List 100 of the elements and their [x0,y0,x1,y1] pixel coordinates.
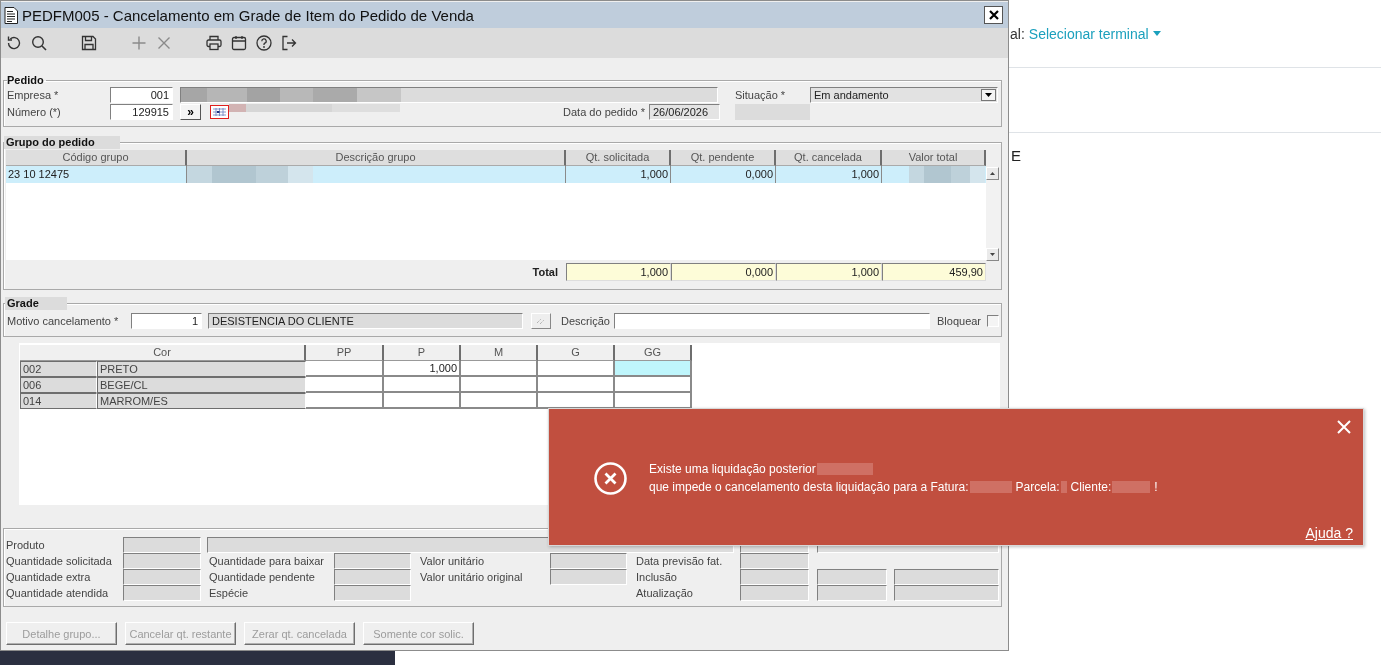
color-code-cell: 006 [20,377,97,393]
close-icon [988,10,999,20]
grid-cell[interactable] [538,377,615,393]
total-label: Total [531,266,559,278]
company-name-field[interactable] [180,87,718,103]
printer-icon [205,35,222,51]
grid-cell[interactable]: 1,000 [384,361,461,377]
message-text: Existe uma liquidação posterior [649,462,816,476]
color-name-cell: PRETO [97,361,306,377]
grid-cell[interactable] [306,377,384,393]
caret-down-icon [1152,31,1161,36]
undo-arrow-icon [5,35,22,51]
column-header[interactable]: Código grupo [6,150,187,166]
total-cell: 0,000 [671,263,776,281]
grid-cell[interactable] [384,393,461,409]
motivo-description-field: DESISTENCIA DO CLIENTE [208,313,523,329]
blur-patch [969,481,1012,493]
field-label: Quantidade atendida [6,587,110,599]
caret-up-icon [990,172,995,175]
column-header[interactable]: G [538,345,615,361]
help-link[interactable]: Ajuda ? [1305,525,1353,541]
column-header[interactable]: Cor [20,345,306,361]
descricao-field[interactable] [614,313,930,329]
section-heading: E [1011,147,1021,164]
grid-cell[interactable] [461,393,538,409]
message-text: Parcela: [1015,480,1060,494]
field-label: Data previsão fat. [636,555,724,567]
exit-icon [280,35,297,51]
numero-field[interactable]: 129915 [110,104,173,120]
table-row[interactable]: 23 10 12475 1,000 0,000 1,000 [6,166,986,183]
column-header[interactable]: Qt. pendente [671,150,776,166]
detail-field [817,569,887,585]
scrollbar[interactable] [986,167,1000,261]
bloquear-checkbox[interactable] [987,315,999,327]
grid-cell[interactable] [306,361,384,377]
total-cell: 459,90 [882,263,986,281]
empresa-field[interactable]: 001 [110,87,173,103]
floppy-disk-icon [80,35,97,51]
grid-cell[interactable] [538,361,615,377]
calendar-button[interactable] [210,105,229,119]
column-header[interactable]: M [461,345,538,361]
scroll-down-button[interactable] [986,248,999,261]
plus-icon [130,35,147,51]
field-label: Produto [6,539,46,551]
group-title: Pedido [7,74,45,87]
color-name-cell: BEGE/CL [97,377,306,393]
field-label: Motivo cancelamento * [7,315,120,327]
situacao-dropdown[interactable]: Em andamento [810,87,998,103]
field-label: Quantidade pendente [209,571,316,583]
field-label: Situação * [735,89,787,101]
scroll-up-button[interactable] [986,167,999,180]
column-header[interactable]: Qt. solicitada [566,150,671,166]
grid-cell[interactable] [306,393,384,409]
table-cell: 1,000 [566,166,671,183]
grid-cell[interactable] [384,377,461,393]
message-text: ! [1154,480,1158,494]
group-title: Grade [5,297,67,310]
field-label: Descrição [561,315,611,327]
lookup-button[interactable] [531,313,551,329]
motivo-code-field[interactable]: 1 [131,313,202,329]
cross-icon [155,35,172,51]
column-header[interactable]: Valor total [882,150,986,166]
field-label: Quantidade extra [6,571,92,583]
column-header[interactable]: Descrição grupo [187,150,566,166]
blur-patch [816,463,873,475]
next-button[interactable]: » [180,104,201,120]
blur-patch [1112,481,1151,493]
field-label: Quantidade solicitada [6,555,113,567]
search-icon [30,35,47,51]
data-pedido-field[interactable]: 26/06/2026 [649,104,720,120]
color-code-cell: 014 [20,393,97,409]
grid-cell[interactable] [461,377,538,393]
close-button[interactable] [984,6,1003,24]
message-text: Cliente: [1070,480,1112,494]
column-header[interactable]: P [384,345,461,361]
color-code-cell: 002 [20,361,97,377]
grid-cell[interactable] [615,393,692,409]
field-label: Número (*) [7,106,62,118]
help-icon [255,35,272,51]
detail-field [740,585,809,601]
grid-cell[interactable] [615,361,692,377]
field-label: Valor unitário [420,555,485,567]
grid-cell[interactable] [538,393,615,409]
terminal-label: al: [1010,25,1025,42]
field-label: Atualização [636,587,694,599]
blur-patch [1060,481,1067,493]
window-title: PEDFM005 - Cancelamento em Grade de Item do Pedido de Venda [22,6,475,24]
column-header[interactable]: Qt. cancelada [776,150,882,166]
column-header[interactable]: PP [306,345,384,361]
field-label: Valor unitário original [420,571,524,583]
calendar-icon [230,35,247,51]
grid-cell[interactable] [615,377,692,393]
caret-down-icon [985,93,992,97]
table-cell: 1,000 [776,166,882,183]
column-header[interactable]: GG [615,345,692,361]
grid-cell[interactable] [461,361,538,377]
total-cell: 1,000 [566,263,671,281]
caret-down-icon [990,253,995,256]
field-label: Espécie [209,587,250,599]
detail-field [740,569,809,585]
